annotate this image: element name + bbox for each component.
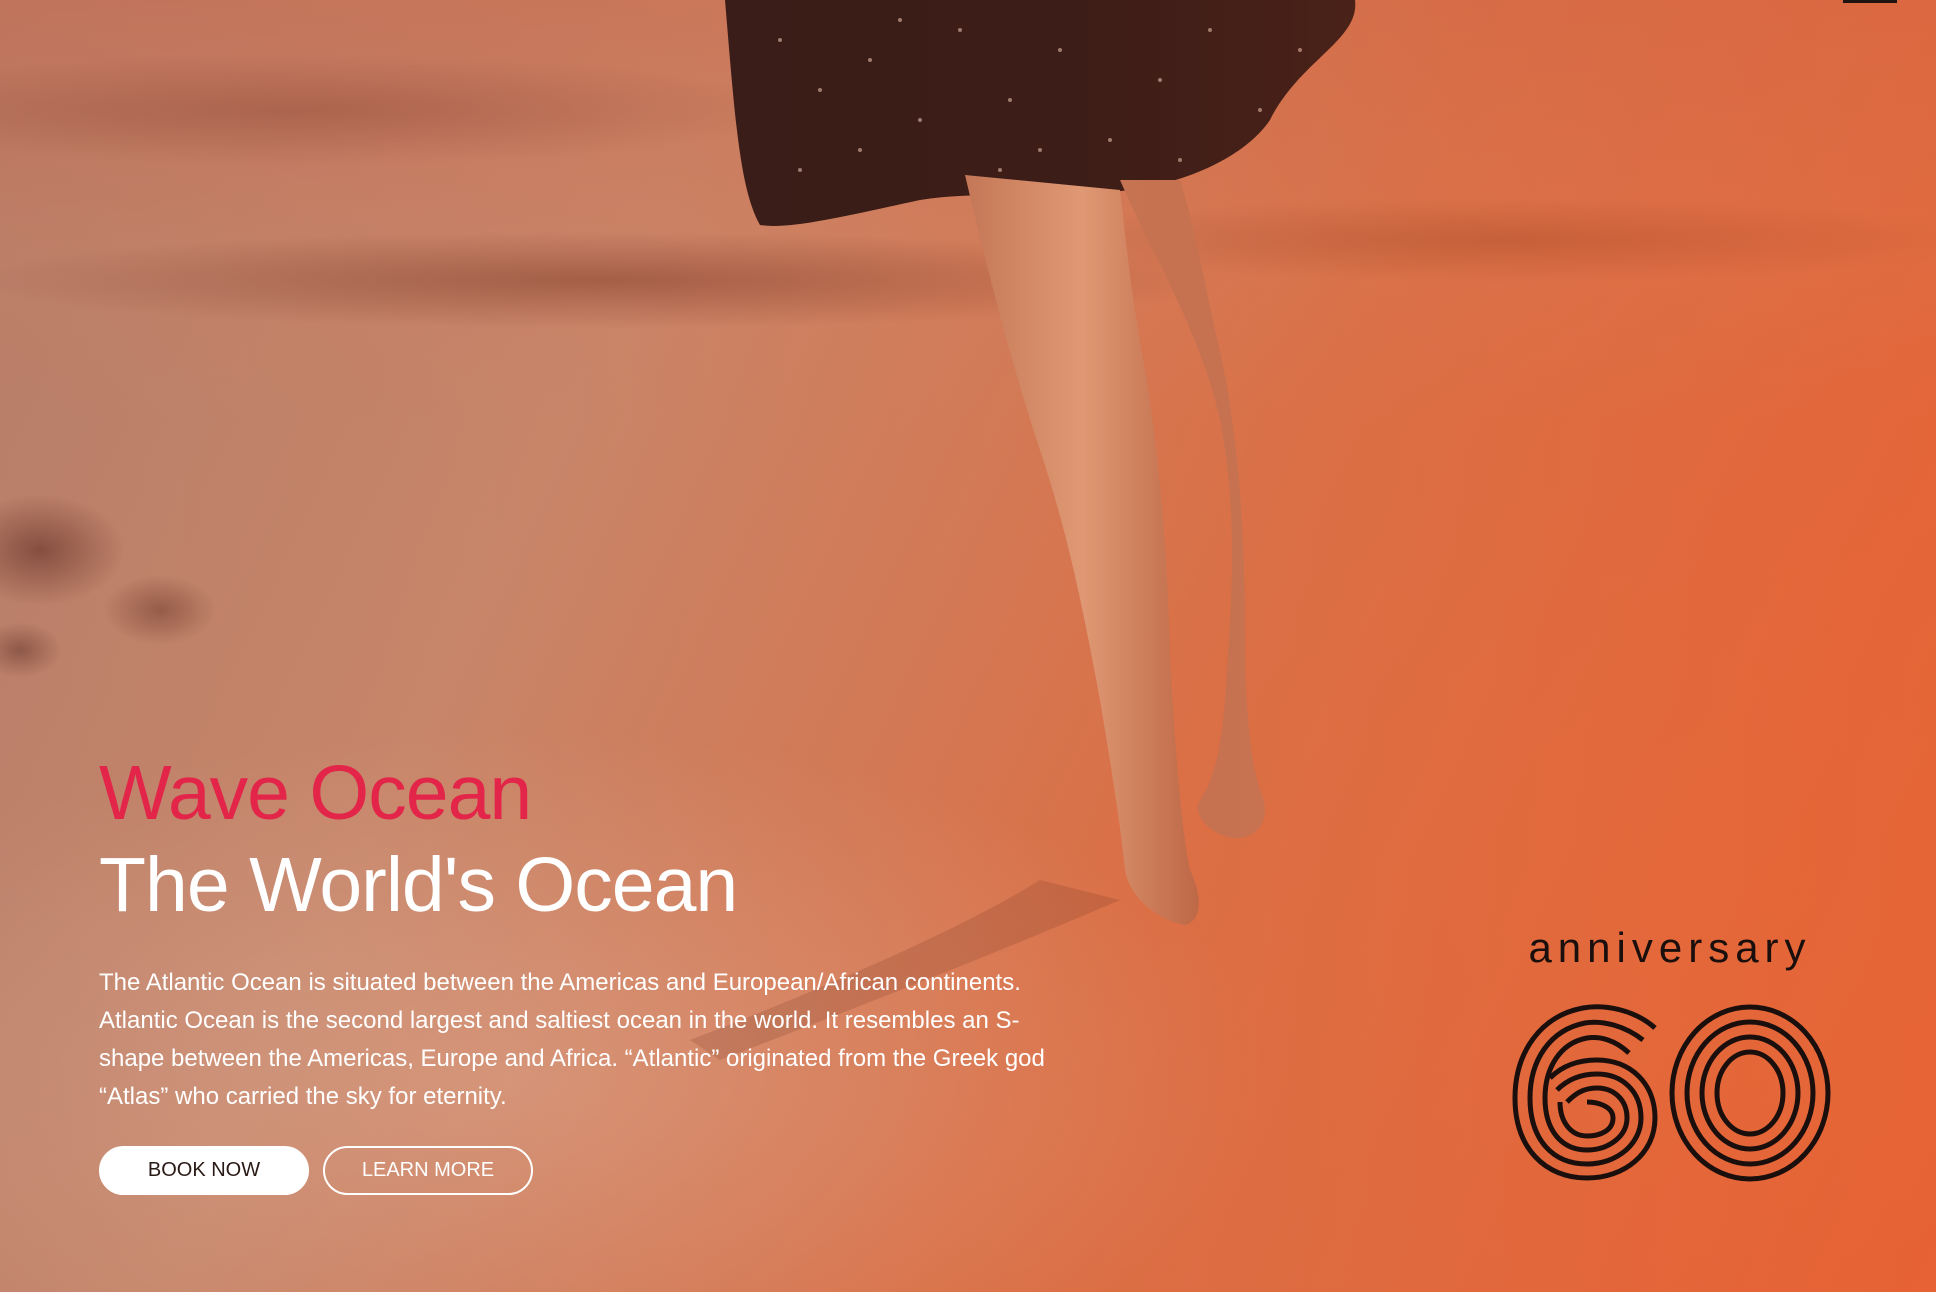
anniversary-label: anniversary: [1528, 924, 1812, 971]
hero-buttons: BOOK NOW LEARN MORE: [99, 1146, 1099, 1195]
anniversary-badge: anniversary: [1505, 918, 1835, 1188]
hero-description: The Atlantic Ocean is situated between t…: [99, 969, 1045, 1110]
hero-kicker: Wave Ocean: [99, 750, 532, 836]
hero-title: The World's Ocean: [99, 842, 738, 928]
hero-section: Wave Ocean The World's Ocean The Atlanti…: [0, 0, 1936, 1292]
learn-more-button[interactable]: LEARN MORE: [323, 1146, 533, 1195]
menu-icon[interactable]: [1843, 0, 1897, 3]
book-now-button[interactable]: BOOK NOW: [99, 1146, 309, 1195]
anniversary-number-60: [1512, 1004, 1831, 1182]
hero-content: Wave Ocean The World's Ocean The Atlanti…: [99, 748, 1099, 1195]
